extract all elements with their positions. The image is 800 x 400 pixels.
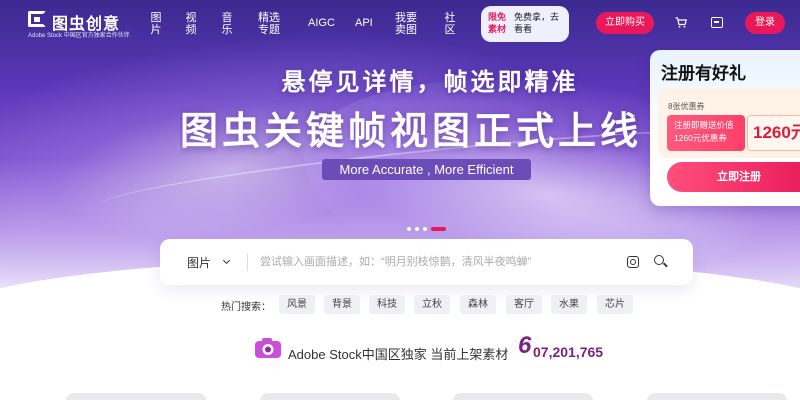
- nav-item-sell[interactable]: 我要卖图: [394, 12, 418, 36]
- hot-search-tag[interactable]: 水果: [551, 295, 587, 314]
- logo-subtitle: Adobe Stock 中国区官方独家合作伙伴: [28, 33, 130, 39]
- free-assets-promo[interactable]: 限免素材 免费拿，去看看: [481, 6, 569, 42]
- hot-search-tag[interactable]: 客厅: [506, 295, 542, 314]
- coupon-amount: 1260元: [747, 115, 800, 151]
- promo-tag: 限免素材: [488, 12, 507, 34]
- coupon-desc-line: 注册即赠送价值: [674, 120, 734, 130]
- hot-search-tag[interactable]: 芯片: [597, 295, 633, 314]
- nav-item-label: AIGC: [308, 17, 335, 29]
- nav-item-featured[interactable]: 精选专题: [257, 12, 281, 36]
- search-category-select[interactable]: 图片: [187, 254, 211, 271]
- search-input[interactable]: [260, 251, 610, 273]
- nav-item-api[interactable]: API: [355, 17, 373, 29]
- carousel-dot[interactable]: [423, 227, 427, 231]
- nav-item-label: 我要卖图: [395, 12, 417, 36]
- hot-search-tag[interactable]: 森林: [460, 295, 496, 314]
- content-card[interactable]: [66, 393, 206, 400]
- stock-count-lead: 6: [518, 332, 532, 359]
- nav-item-label: API: [355, 17, 373, 29]
- register-promo-card: 注册有好礼 8张优惠券 注册即赠送价值 1260元优惠券 1260元 立即注册: [650, 50, 800, 206]
- register-card-title: 注册有好礼: [661, 64, 746, 83]
- coupon-count: 8张优惠券: [668, 102, 705, 111]
- promo-text: 免费拿，去看看: [514, 12, 560, 34]
- stock-description: Adobe Stock中国区独家 当前上架素材: [288, 347, 509, 362]
- nav-item-label: 精选专题: [258, 12, 280, 36]
- coupon-description: 注册即赠送价值 1260元优惠券: [667, 115, 745, 151]
- nav-item-label: 图片: [150, 12, 162, 36]
- top-nav: 图虫创意 Adobe Stock 中国区官方独家合作伙伴 图片 视频 音乐 精选…: [0, 0, 800, 46]
- hot-search-tag[interactable]: 科技: [369, 295, 405, 314]
- nav-item-community[interactable]: 社区: [444, 12, 456, 36]
- content-card[interactable]: [260, 393, 400, 400]
- nav-item-label: 视频: [185, 12, 197, 36]
- camera-icon: [255, 338, 281, 358]
- nav-item-music[interactable]: 音乐: [221, 12, 233, 36]
- content-card[interactable]: [647, 393, 787, 400]
- content-card[interactable]: [453, 393, 593, 400]
- hero-title: 图虫关键帧视图正式上线: [180, 111, 643, 153]
- nav-item-video[interactable]: 视频: [185, 12, 197, 36]
- coupon-desc-line: 1260元优惠券: [674, 133, 727, 143]
- search-bar: 图片: [160, 239, 693, 285]
- hero-headline: 悬停见详情，帧选即精准: [281, 69, 579, 96]
- nav-item-label: 音乐: [221, 12, 233, 36]
- camera-search-icon[interactable]: [627, 256, 639, 268]
- hot-search-label: 热门搜索：: [221, 302, 271, 313]
- buy-now-button[interactable]: 立即购买: [596, 12, 654, 34]
- carousel-dot-active[interactable]: [431, 227, 446, 231]
- hero-tagline: More Accurate , More Efficient: [322, 159, 531, 180]
- logo-icon: [28, 11, 46, 27]
- search-icon[interactable]: [654, 255, 664, 265]
- nav-item-images[interactable]: 图片: [150, 12, 162, 36]
- stock-count: 07,201,765: [533, 344, 604, 360]
- nav-item-label: 社区: [444, 12, 456, 36]
- carousel-dot[interactable]: [407, 227, 411, 231]
- carousel-dot[interactable]: [415, 227, 419, 231]
- hot-search-tag[interactable]: 背景: [324, 295, 360, 314]
- hot-search-tag[interactable]: 立秋: [414, 295, 450, 314]
- hot-search-tag[interactable]: 风景: [279, 295, 315, 314]
- chevron-down-icon[interactable]: [222, 256, 231, 265]
- cart-icon[interactable]: [675, 17, 687, 28]
- message-icon[interactable]: [711, 17, 723, 28]
- search-divider: [247, 253, 248, 271]
- login-button[interactable]: 登录: [745, 12, 785, 34]
- register-button[interactable]: 立即注册: [667, 162, 800, 192]
- nav-item-aigc[interactable]: AIGC: [308, 17, 335, 29]
